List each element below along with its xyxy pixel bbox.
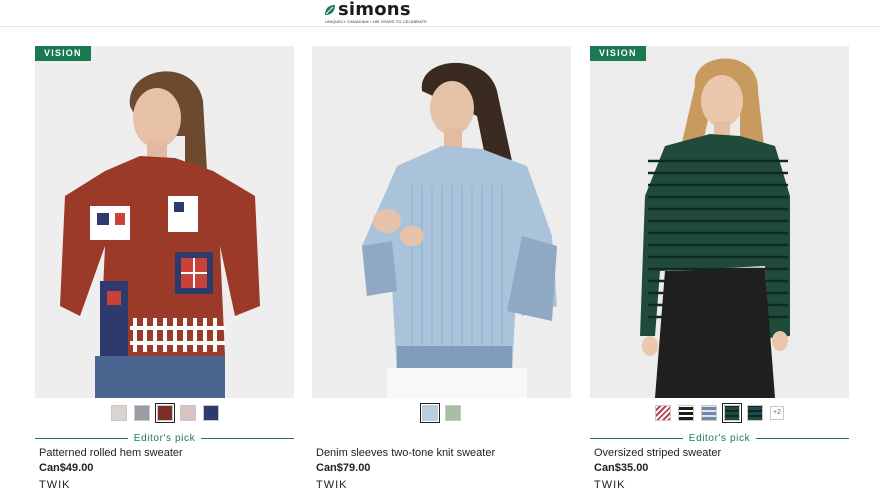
editors-pick-text: Editor's pick bbox=[133, 432, 196, 444]
color-swatches bbox=[312, 403, 571, 423]
product-image[interactable]: VISION bbox=[590, 46, 849, 398]
product-name[interactable]: Patterned rolled hem sweater bbox=[39, 447, 183, 459]
vision-badge: VISION bbox=[590, 46, 646, 61]
product-brand[interactable]: TWIK bbox=[594, 479, 626, 491]
product-photo-illustration bbox=[35, 46, 294, 398]
product-image[interactable] bbox=[312, 46, 571, 398]
logo-tagline: UNIQUELY CANADIAN • 185 YEARS TO CELEBRA… bbox=[325, 19, 428, 24]
site-header: simons UNIQUELY CANADIAN • 185 YEARS TO … bbox=[0, 0, 880, 27]
color-swatch[interactable] bbox=[179, 405, 196, 421]
editors-pick-label: Editor's pick bbox=[590, 432, 849, 444]
product-brand[interactable]: TWIK bbox=[316, 479, 348, 491]
color-swatch[interactable] bbox=[678, 405, 694, 421]
simons-logo[interactable]: simons UNIQUELY CANADIAN • 185 YEARS TO … bbox=[323, 0, 433, 25]
color-swatch-selected[interactable] bbox=[722, 403, 742, 423]
editors-pick-label: Editor's pick bbox=[35, 432, 294, 444]
product-photo-illustration bbox=[312, 46, 571, 398]
color-swatch[interactable] bbox=[202, 405, 219, 421]
vision-badge: VISION bbox=[35, 46, 91, 61]
product-card[interactable]: Denim sleeves two-tone knit sweater Can$… bbox=[312, 46, 571, 492]
color-swatches: +2 bbox=[590, 403, 849, 423]
color-swatch[interactable] bbox=[110, 405, 127, 421]
color-swatch[interactable] bbox=[133, 405, 150, 421]
leaf-icon bbox=[325, 5, 335, 15]
product-name[interactable]: Denim sleeves two-tone knit sweater bbox=[316, 447, 495, 459]
editors-pick-text: Editor's pick bbox=[688, 432, 751, 444]
product-price: Can$79.00 bbox=[316, 462, 371, 474]
color-swatch-selected[interactable] bbox=[420, 403, 440, 423]
product-price: Can$35.00 bbox=[594, 462, 649, 474]
color-swatch[interactable] bbox=[701, 405, 717, 421]
product-card[interactable]: VISION +2 Editor's pick Oversized stripe… bbox=[590, 46, 849, 492]
product-image[interactable]: VISION bbox=[35, 46, 294, 398]
product-card[interactable]: VISION Editor's pick Patterned rolled he… bbox=[35, 46, 294, 492]
color-swatch[interactable] bbox=[655, 405, 671, 421]
color-swatch-selected[interactable] bbox=[154, 403, 175, 423]
color-swatch[interactable] bbox=[747, 405, 763, 421]
product-brand[interactable]: TWIK bbox=[39, 479, 71, 491]
more-colors-button[interactable]: +2 bbox=[770, 406, 784, 420]
product-name[interactable]: Oversized striped sweater bbox=[594, 447, 721, 459]
color-swatches bbox=[35, 403, 294, 423]
product-price: Can$49.00 bbox=[39, 462, 94, 474]
logo-wordmark: simons bbox=[338, 0, 411, 20]
color-swatch[interactable] bbox=[445, 405, 461, 421]
product-photo-illustration bbox=[590, 46, 849, 398]
